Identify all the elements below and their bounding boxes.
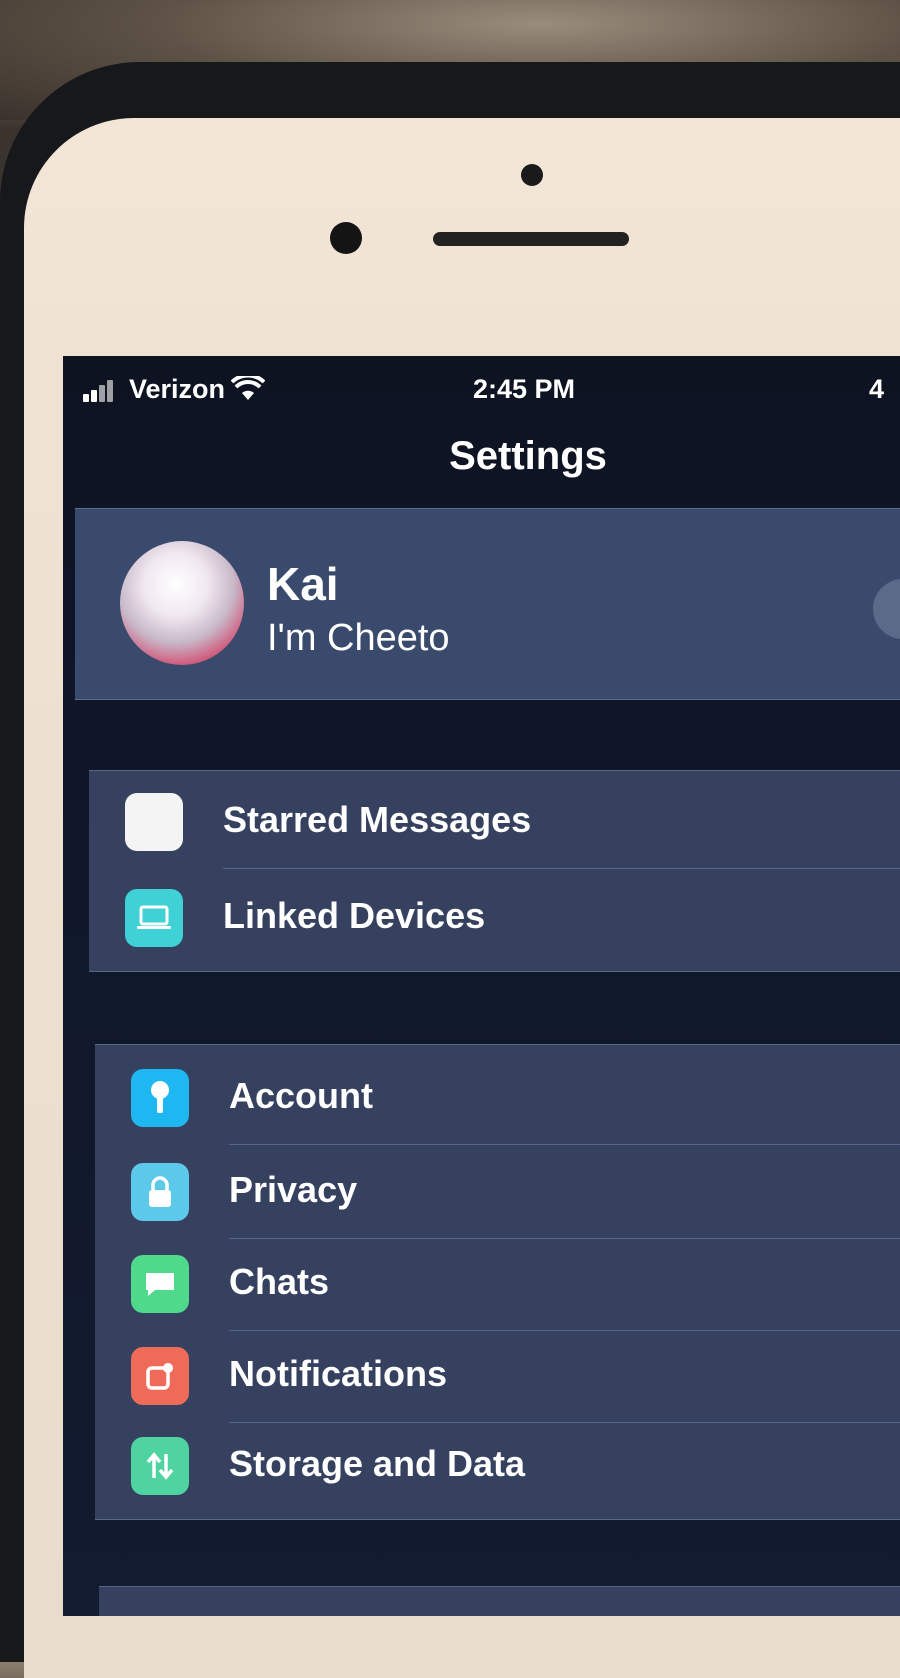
row-divider xyxy=(223,868,900,869)
earpiece-speaker xyxy=(433,232,629,246)
settings-row-label: Account xyxy=(229,1075,373,1116)
proximity-sensor xyxy=(330,222,362,254)
key-icon xyxy=(131,1069,189,1127)
settings-group-starred-linked: Starred Messages Linked Devices xyxy=(89,770,900,972)
settings-row-notifications[interactable]: Notifications xyxy=(95,1329,900,1423)
cellular-signal-icon xyxy=(83,378,123,402)
settings-row-label: Privacy xyxy=(229,1169,358,1210)
avatar xyxy=(120,541,244,665)
profile-name: Kai xyxy=(267,558,339,610)
settings-row-starred-messages[interactable]: Starred Messages xyxy=(89,775,900,869)
settings-group-main: Account Privacy Chats Notifications Stor… xyxy=(95,1044,900,1520)
front-camera xyxy=(521,164,543,186)
settings-row-chats[interactable]: Chats xyxy=(95,1237,900,1331)
settings-row-storage-and-data[interactable]: Storage and Data › xyxy=(95,1419,900,1513)
status-bar: Verizon 2:45 PM 4 xyxy=(63,364,900,410)
lock-icon xyxy=(131,1163,189,1221)
settings-row-label: Chats xyxy=(229,1261,330,1302)
page-title: Settings xyxy=(449,434,607,478)
settings-row-label: Starred Messages xyxy=(223,799,532,840)
settings-row-label: Notifications xyxy=(229,1353,448,1394)
star-icon xyxy=(125,793,183,851)
carrier-name: Verizon xyxy=(129,374,226,404)
settings-row-linked-devices[interactable]: Linked Devices xyxy=(89,871,900,965)
settings-group-next xyxy=(99,1586,900,1616)
chat-bubble-icon xyxy=(131,1255,189,1313)
settings-row-label: Storage and Data xyxy=(229,1443,526,1484)
laptop-icon xyxy=(125,889,183,947)
profile-status: I'm Cheeto xyxy=(267,617,450,659)
arrows-updown-icon xyxy=(131,1437,189,1495)
notification-icon xyxy=(131,1347,189,1405)
settings-row-privacy[interactable]: Privacy xyxy=(95,1145,900,1239)
settings-row-label: Linked Devices xyxy=(223,895,486,936)
phone-screen: Verizon 2:45 PM 4 Settings Kai I'm Cheet… xyxy=(63,356,900,1616)
profile-card[interactable]: Kai I'm Cheeto xyxy=(75,508,900,700)
settings-row-account[interactable]: Account xyxy=(95,1051,900,1145)
wifi-icon xyxy=(230,373,266,409)
status-time: 2:45 PM xyxy=(473,374,576,404)
battery-percent: 4 xyxy=(869,374,885,404)
qr-code-button[interactable] xyxy=(873,579,900,639)
